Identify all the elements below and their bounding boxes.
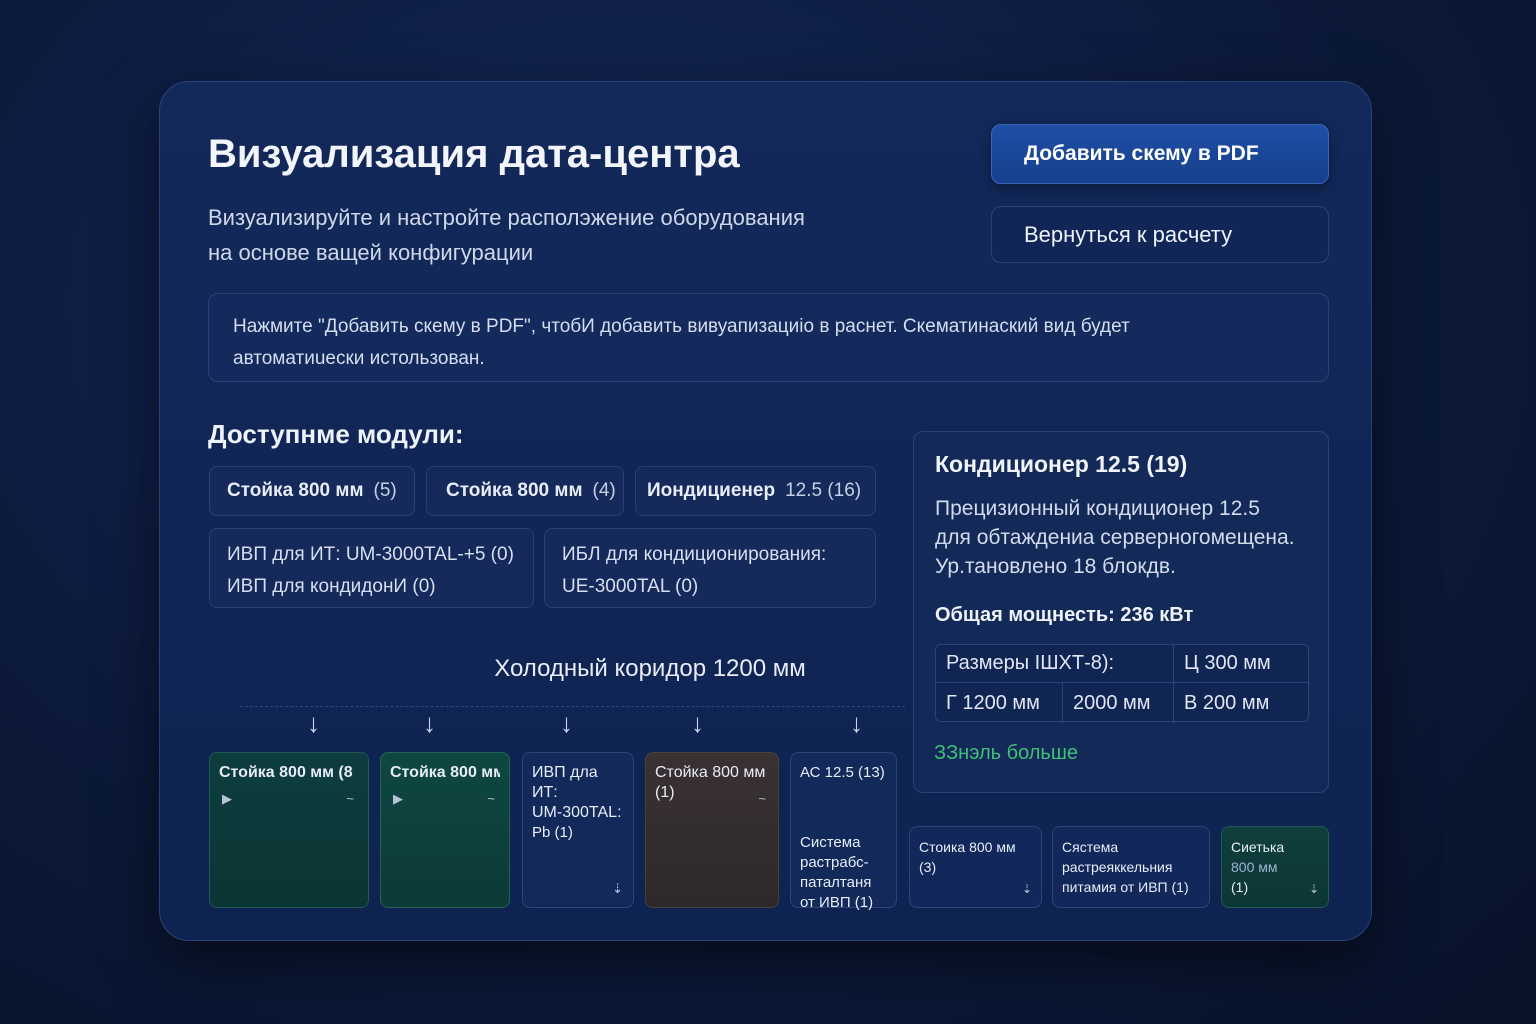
learn-more-link[interactable]: ЗЗнэль больше xyxy=(934,742,1078,765)
rack-label: (1) xyxy=(1231,879,1249,895)
rack-tile[interactable]: Сяcтема растреяккельния питамия от ИВП (… xyxy=(1052,826,1210,908)
cold-corridor-label: Холодный коридор 1200 мм xyxy=(494,655,806,682)
download-icon: ⇣ xyxy=(612,881,623,896)
module-chip-rack-800-a[interactable]: Стойка 800 мм (5) xyxy=(209,466,415,516)
info-line-1: Нажмите "Добавить скему в PDF", чтобИ до… xyxy=(233,316,1130,337)
download-icon: ⇣ xyxy=(1021,882,1032,896)
module-chip-ups-ac[interactable]: ИБЛ для кондиционирования: UE-3000TAL (0… xyxy=(544,528,876,608)
subtitle-line-2: на основе ващей конфигурации xyxy=(208,240,534,265)
rack-tile[interactable]: Сиетька 800 мм (1) ⇣ xyxy=(1221,826,1329,908)
rack-label: Стойка 800 мм xyxy=(655,764,766,781)
rack-label: Стойка 800 мм xyxy=(390,764,500,781)
desc-line: Ур.тановлено 18 блокдв. xyxy=(935,555,1176,578)
modules-title: Доступнме модули: xyxy=(208,419,464,449)
rack-label: Сиетька xyxy=(1231,839,1285,855)
rack-tile[interactable]: Стойка 800 мм (8 ▶ ~ xyxy=(209,752,369,908)
desc-line: для обтаждениа серверногомещена. xyxy=(935,526,1295,549)
add-to-pdf-button[interactable]: Добавить скему в PDF xyxy=(991,124,1329,184)
chip-line-2: UE-3000TAL (0) xyxy=(562,576,699,597)
rack-label: Pb (1) xyxy=(532,824,573,841)
chip-line-1: ИБЛ для кондиционирования: xyxy=(562,544,827,565)
module-chip-ups-it[interactable]: ИВП для ИТ: UM-3000TAL-+5 (0) ИВП для ко… xyxy=(209,528,534,608)
chip-label: Стойка 800 мм xyxy=(446,480,583,501)
back-to-calculation-button[interactable]: Вернуться к расчету xyxy=(991,206,1329,263)
details-title: Кондиционер 12.5 (19) xyxy=(935,451,1188,477)
rack-label: (1) xyxy=(655,784,675,801)
wave-icon: ~ xyxy=(487,791,495,806)
rack-sublabel: Система растрабс- паталтаня от ИВП (1) xyxy=(800,833,873,913)
rack-sublabel-line: растрабс- xyxy=(800,854,869,871)
wave-icon: ~ xyxy=(346,791,354,806)
rack-sublabel-line: от ИВП (1) xyxy=(800,894,874,911)
download-icon: ⇣ xyxy=(1308,882,1319,896)
dimensions-table: Размеры IШХТ-8): Ц 300 мм Г 1200 мм 2000… xyxy=(935,644,1310,723)
arrow-down-icon: ↓ xyxy=(423,708,436,738)
desc-line: Прецизионный кондиционер 12.5 xyxy=(935,497,1260,520)
rack-tile[interactable]: Стоика 800 мм (3) ⇣ xyxy=(909,826,1042,908)
arrow-down-icon: ↓ xyxy=(691,708,704,738)
dims-label: Размеры IШХТ-8): xyxy=(936,645,1174,683)
total-power: Общая мощнесть: 236 кВт xyxy=(935,604,1194,626)
chip-line-2: ИВП для кондидонИ (0) xyxy=(227,576,436,597)
chip-label: Иондициенер xyxy=(647,480,776,501)
module-chip-rack-800-b[interactable]: Стойка 800 мм (4) xyxy=(426,466,624,516)
rack-label: 800 мм xyxy=(1231,859,1278,875)
corridor-line xyxy=(240,706,905,707)
module-chip-ac[interactable]: Иондициенер 12.5 (16) xyxy=(635,466,876,516)
wave-icon: ~ xyxy=(758,791,766,806)
rack-label: АС 12.5 (13) xyxy=(800,764,885,781)
chip-count: (5) xyxy=(373,480,397,501)
details-card: Кондиционер 12.5 (19) Прецизионный конди… xyxy=(913,431,1329,793)
page-subtitle: Визуализируйте и настройте располэжение … xyxy=(208,200,805,270)
rack-label: ИВП дла ИТ: xyxy=(532,764,598,801)
dims-height: 2000 мм xyxy=(1063,683,1174,723)
arrow-down-icon: ↓ xyxy=(560,708,573,738)
rack-tile[interactable]: Стойка 800 мм (1) ~ xyxy=(645,752,779,908)
rack-tile[interactable]: ИВП дла ИТ: UM-300TAL: Pb (1) ⇣ xyxy=(522,752,634,908)
dims-depth: Ц 300 мм xyxy=(1174,645,1310,683)
details-description: Прецизионный кондиционер 12.5 для обтажд… xyxy=(935,494,1315,581)
arrow-down-icon: ↓ xyxy=(307,708,320,738)
rack-tile[interactable]: Стойка 800 мм ▶ ~ xyxy=(380,752,510,908)
rack-sublabel-line: Система xyxy=(800,834,861,851)
rack-label: Сяcтема xyxy=(1062,839,1119,855)
chip-line-1: ИВП для ИТ: UM-3000TAL-+5 (0) xyxy=(227,544,514,565)
arrow-down-icon: ↓ xyxy=(850,708,863,738)
chip-count: (4) xyxy=(592,480,616,501)
page-title: Визуализация дата-центра xyxy=(208,132,740,176)
rack-label: Стойка 800 мм (8 xyxy=(219,764,353,781)
main-panel: Визуализация дата-центра Визуализируйте … xyxy=(159,81,1372,941)
play-icon: ▶ xyxy=(393,791,403,806)
dims-extra: В 200 мм xyxy=(1184,691,1270,714)
rack-label: (3) xyxy=(919,859,937,875)
rack-label: UM-300TAL: xyxy=(532,804,622,821)
info-notice: Нажмите "Добавить скему в PDF", чтобИ до… xyxy=(208,293,1329,382)
rack-label: питамия от ИВП (1) xyxy=(1062,879,1189,895)
rack-sublabel-line: паталтаня xyxy=(800,874,872,891)
chip-label: Стойка 800 мм xyxy=(227,480,364,501)
info-line-2: автоматиuески истользован. xyxy=(233,348,485,369)
rack-label: Стоика 800 мм xyxy=(919,839,1016,855)
rack-label: растреяккельния xyxy=(1062,859,1173,875)
play-icon: ▶ xyxy=(222,791,232,806)
rack-tile[interactable]: АС 12.5 (13) Система растрабс- паталтаня… xyxy=(790,752,897,911)
subtitle-line-1: Визуализируйте и настройте располэжение … xyxy=(208,205,805,230)
dims-width: Г 1200 мм xyxy=(936,683,1063,723)
chip-count: 12.5 (16) xyxy=(785,480,862,501)
